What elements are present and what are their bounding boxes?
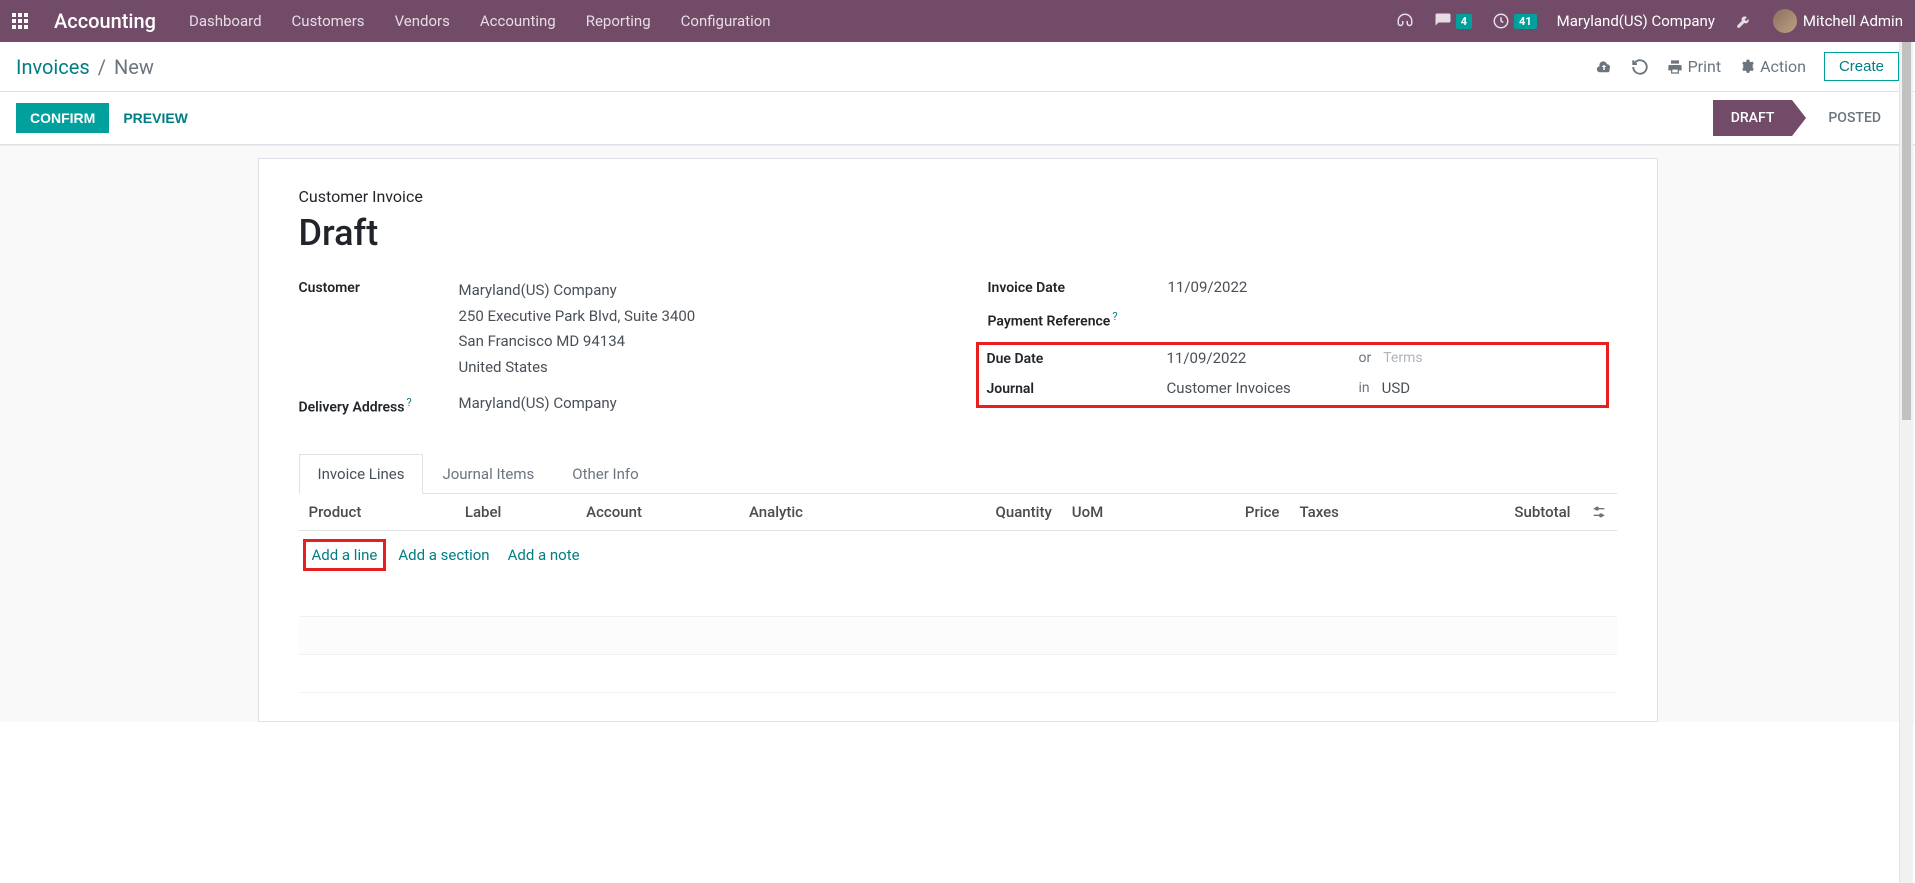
- tools-icon[interactable]: [1735, 12, 1753, 30]
- table-row: [299, 617, 1617, 655]
- action-button[interactable]: Action: [1739, 57, 1806, 76]
- label-payment-reference: Payment Reference?: [988, 308, 1168, 330]
- status-draft[interactable]: DRAFT: [1713, 100, 1793, 136]
- value-due-date[interactable]: 11/09/2022: [1167, 349, 1347, 367]
- tab-invoice-lines[interactable]: Invoice Lines: [299, 454, 424, 494]
- messages-badge: 4: [1456, 14, 1472, 29]
- preview-button[interactable]: PREVIEW: [123, 110, 188, 126]
- col-quantity[interactable]: Quantity: [898, 494, 1062, 531]
- confirm-button[interactable]: CONFIRM: [16, 103, 109, 133]
- adjust-columns-icon[interactable]: [1591, 504, 1607, 520]
- value-journal[interactable]: Customer Invoices: [1167, 379, 1347, 397]
- form-sheet: Customer Invoice Draft Customer Maryland…: [258, 158, 1658, 722]
- menu-customers[interactable]: Customers: [292, 12, 365, 30]
- breadcrumb-invoices[interactable]: Invoices: [16, 55, 90, 79]
- print-button[interactable]: Print: [1667, 57, 1721, 76]
- value-invoice-date[interactable]: 11/09/2022: [1168, 278, 1248, 296]
- menu-reporting[interactable]: Reporting: [586, 12, 651, 30]
- col-account[interactable]: Account: [576, 494, 739, 531]
- terms-placeholder[interactable]: Terms: [1383, 350, 1422, 366]
- menu-accounting[interactable]: Accounting: [480, 12, 556, 30]
- user-name: Mitchell Admin: [1803, 12, 1903, 30]
- col-label[interactable]: Label: [455, 494, 576, 531]
- value-currency[interactable]: USD: [1382, 379, 1562, 397]
- journal-in-text: in: [1359, 380, 1370, 396]
- scrollbar[interactable]: [1899, 42, 1913, 883]
- label-delivery-address: Delivery Address?: [299, 394, 459, 416]
- help-icon[interactable]: ?: [406, 396, 411, 409]
- label-journal: Journal: [987, 379, 1167, 397]
- label-due-date: Due Date: [987, 349, 1167, 367]
- activities-icon[interactable]: 41: [1492, 12, 1537, 30]
- help-icon[interactable]: ?: [1112, 310, 1117, 323]
- menu-dashboard[interactable]: Dashboard: [189, 12, 262, 30]
- messages-icon[interactable]: 4: [1434, 12, 1472, 30]
- breadcrumb-current: New: [114, 55, 154, 79]
- col-taxes[interactable]: Taxes: [1289, 494, 1417, 531]
- control-bar: Invoices / New Print Action Create: [0, 42, 1915, 92]
- col-subtotal[interactable]: Subtotal: [1417, 494, 1580, 531]
- status-bar: CONFIRM PREVIEW DRAFT POSTED: [0, 92, 1915, 145]
- create-button[interactable]: Create: [1824, 52, 1899, 81]
- highlight-due-journal: Due Date 11/09/2022 or Terms Journal Cus…: [976, 342, 1609, 408]
- table-row: [299, 579, 1617, 617]
- user-menu[interactable]: Mitchell Admin: [1773, 9, 1903, 33]
- menu-configuration[interactable]: Configuration: [681, 12, 771, 30]
- breadcrumb: Invoices / New: [16, 55, 154, 79]
- apps-icon[interactable]: [12, 13, 28, 29]
- form-title: Draft: [299, 212, 1617, 254]
- add-a-line[interactable]: Add a line: [303, 539, 387, 571]
- table-row: [299, 655, 1617, 693]
- label-invoice-date: Invoice Date: [988, 278, 1168, 296]
- tab-journal-items[interactable]: Journal Items: [423, 454, 553, 494]
- col-uom[interactable]: UoM: [1062, 494, 1172, 531]
- voip-icon[interactable]: [1396, 12, 1414, 30]
- discard-icon[interactable]: [1631, 58, 1649, 76]
- add-a-section[interactable]: Add a section: [398, 546, 489, 564]
- activities-badge: 41: [1514, 14, 1537, 29]
- cloud-upload-icon[interactable]: [1595, 58, 1613, 76]
- navbar: Accounting Dashboard Customers Vendors A…: [0, 0, 1915, 42]
- add-a-note[interactable]: Add a note: [508, 546, 580, 564]
- label-customer: Customer: [299, 278, 459, 296]
- form-subtitle: Customer Invoice: [299, 187, 1617, 206]
- tabs: Invoice Lines Journal Items Other Info: [299, 454, 1617, 494]
- value-customer[interactable]: Maryland(US) Company 250 Executive Park …: [459, 278, 696, 380]
- tab-other-info[interactable]: Other Info: [553, 454, 657, 494]
- col-product[interactable]: Product: [299, 494, 455, 531]
- scrollbar-thumb[interactable]: [1902, 42, 1911, 420]
- menu-vendors[interactable]: Vendors: [395, 12, 450, 30]
- value-delivery-address[interactable]: Maryland(US) Company: [459, 394, 617, 412]
- navbar-brand[interactable]: Accounting: [54, 9, 156, 33]
- col-analytic[interactable]: Analytic: [739, 494, 898, 531]
- col-price[interactable]: Price: [1172, 494, 1289, 531]
- status-posted[interactable]: POSTED: [1810, 100, 1899, 136]
- invoice-lines-table: Product Label Account Analytic Quantity …: [299, 494, 1617, 694]
- avatar: [1773, 9, 1797, 33]
- company-switcher[interactable]: Maryland(US) Company: [1557, 12, 1715, 30]
- due-or-text: or: [1359, 350, 1372, 366]
